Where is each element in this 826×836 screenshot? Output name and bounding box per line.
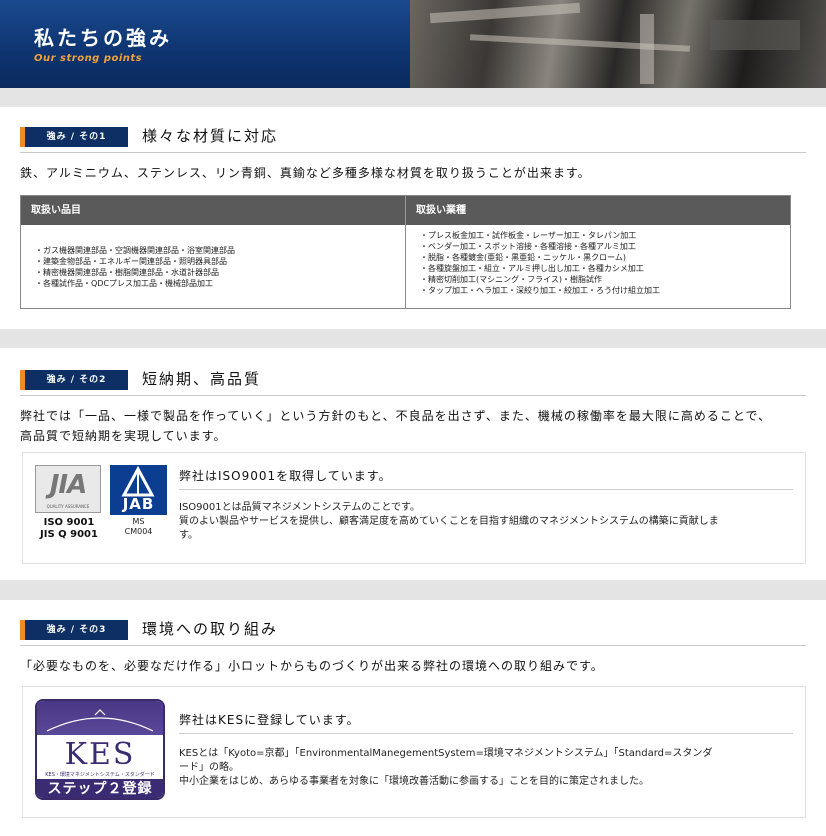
jis-label: JIS Q 9001: [40, 529, 98, 540]
table-header-row: 取扱い品目 取扱い業種: [21, 196, 790, 225]
cert-body-line: ード」の略。: [179, 762, 239, 773]
cert-body-line: 質のよい製品やサービスを提供し、顧客満足度を高めていくことを目指す組織のマネジメ…: [179, 516, 719, 527]
table-header-items: 取扱い品目: [21, 196, 406, 225]
kes-logo-band: [37, 701, 163, 735]
section-title: 環境への取り組み: [142, 620, 279, 638]
table-row: ・ガス機器関連部品・空調機器関連部品・浴室関連部品 ・建築金物部品・エネルギー関…: [21, 225, 790, 308]
jab-caption-code: CM004: [124, 527, 153, 536]
cert-body-line: KESとは「Kyoto=京都」「EnvironmentalManegementS…: [179, 748, 713, 759]
jab-logo: JAB: [110, 465, 167, 515]
list-item: ・精密切削加工(マシニング・フライス)・樹脂試作: [420, 275, 602, 284]
section-badge: 強み / その3: [20, 620, 128, 640]
list-item: ・タップ加工・ヘラ加工・深絞り加工・絞加工・ろう付け組立加工: [420, 286, 660, 295]
kes-registration-box: KES KES・環境マネジメントシステム・スタンダード ステップ２登録 弊社はK…: [22, 686, 806, 818]
cert-divider: [179, 489, 793, 490]
jab-mark-icon: [121, 465, 155, 497]
cert-divider: [179, 733, 793, 734]
section-lead: 弊社では「一品、一様で製品を作っていく」という方針のもと、不良品を出さず、また、…: [20, 406, 806, 446]
kes-mountain-icon: [46, 709, 154, 732]
jab-caption: MS CM004: [110, 517, 167, 537]
strength-section-3: 強み / その3 環境への取り組み 「必要なものを、必要なだけ作る」小ロットから…: [0, 600, 826, 836]
section-title: 様々な材質に対応: [142, 127, 279, 145]
iso-standard-labels: ISO 9001 JIS Q 9001: [29, 517, 109, 541]
cert-body: ISO9001とは品質マネジメントシステムのことです。 質のよい製品やサービスを…: [179, 501, 799, 543]
banner-title: 私たちの強み: [34, 26, 172, 50]
section-lead: 鉄、アルミニウム、ステンレス、リン青銅、真鍮など多種多様な材質を取り扱うことが出…: [20, 166, 591, 180]
section-badge: 強み / その2: [20, 370, 128, 390]
cert-body-line: ISO9001とは品質マネジメントシステムのことです。: [179, 502, 421, 513]
table-cell-items: ・ガス機器関連部品・空調機器関連部品・浴室関連部品 ・建築金物部品・エネルギー関…: [21, 225, 406, 308]
jia-logo-subtext: QUALITY ASSURANCE: [46, 504, 90, 509]
jia-logo: JIA QUALITY ASSURANCE: [35, 465, 101, 513]
cert-body: KESとは「Kyoto=京都」「EnvironmentalManegementS…: [179, 747, 799, 789]
banner-subtitle: Our strong points: [34, 53, 143, 64]
section-heading: 強み / その3 環境への取り組み: [20, 620, 806, 646]
jab-caption-ms: MS: [132, 517, 145, 526]
cert-body-line: 中小企業をはじめ、あらゆる事業者を対象に「環境改善活動に参画する」ことを目的に策…: [179, 776, 649, 787]
kes-step-label: ステップ２登録: [37, 779, 163, 798]
iso-certification-box: JIA QUALITY ASSURANCE ISO 9001 JIS Q 900…: [22, 452, 806, 564]
list-item: ・建築金物部品・エネルギー関連部品・照明器具部品: [35, 257, 227, 266]
table-cell-industries: ・プレス板金加工・試作板金・レーザー加工・タレパン加工 ・ベンダー加工・スポット…: [406, 225, 790, 308]
list-item: ・各種試作品・QDCプレス加工品・機械部品加工: [35, 279, 214, 288]
table-header-industries: 取扱い業種: [416, 205, 466, 216]
jia-logo-word: JIA: [49, 470, 87, 500]
page-banner: 私たちの強み Our strong points: [0, 0, 826, 88]
list-item: ・精密機器関連部品・樹脂関連部品・水道計器部品: [35, 268, 219, 277]
strength-section-1: 強み / その1 様々な材質に対応 鉄、アルミニウム、ステンレス、リン青銅、真鍮…: [0, 107, 826, 329]
list-item: ・ガス機器関連部品・空調機器関連部品・浴室関連部品: [35, 246, 235, 255]
section-heading: 強み / その2 短納期、高品質: [20, 370, 806, 396]
section-title: 短納期、高品質: [142, 370, 262, 388]
list-item: ・ベンダー加工・スポット溶接・各種溶接・各種アルミ加工: [420, 242, 636, 251]
section-lead-line: 弊社では「一品、一様で製品を作っていく」という方針のもと、不良品を出さず、また、…: [20, 409, 772, 423]
banner-factory-photo: [410, 0, 826, 88]
jab-logo-word: JAB: [122, 495, 155, 513]
cert-heading: 弊社はISO9001を取得しています。: [179, 469, 392, 483]
section-lead-line: 高品質で短納期を実現しています。: [20, 429, 227, 443]
kes-logo: KES KES・環境マネジメントシステム・スタンダード ステップ２登録: [35, 699, 165, 800]
section-badge: 強み / その1: [20, 127, 128, 147]
list-item: ・脱脂・各種鍍金(亜鉛・黒亜鉛・ニッケル・黒クローム): [420, 253, 626, 262]
strength-section-2: 強み / その2 短納期、高品質 弊社では「一品、一様で製品を作っていく」という…: [0, 348, 826, 580]
iso-label: ISO 9001: [43, 517, 95, 528]
cert-body-line: す。: [179, 530, 198, 541]
section-lead: 「必要なものを、必要なだけ作る」小ロットからものづくりが出来る弊社の環境への取り…: [20, 659, 604, 673]
materials-table: 取扱い品目 取扱い業種 ・ガス機器関連部品・空調機器関連部品・浴室関連部品 ・建…: [20, 195, 791, 309]
kes-logo-word: KES: [64, 737, 136, 772]
list-item: ・各種旋盤加工・組立・アルミ押し出し加工・各種カシメ加工: [420, 264, 644, 273]
section-heading: 強み / その1 様々な材質に対応: [20, 127, 806, 153]
list-item: ・プレス板金加工・試作板金・レーザー加工・タレパン加工: [420, 231, 637, 240]
kes-logo-subtext: KES・環境マネジメントシステム・スタンダード: [45, 772, 155, 778]
cert-heading: 弊社はKESに登録しています。: [179, 713, 360, 727]
